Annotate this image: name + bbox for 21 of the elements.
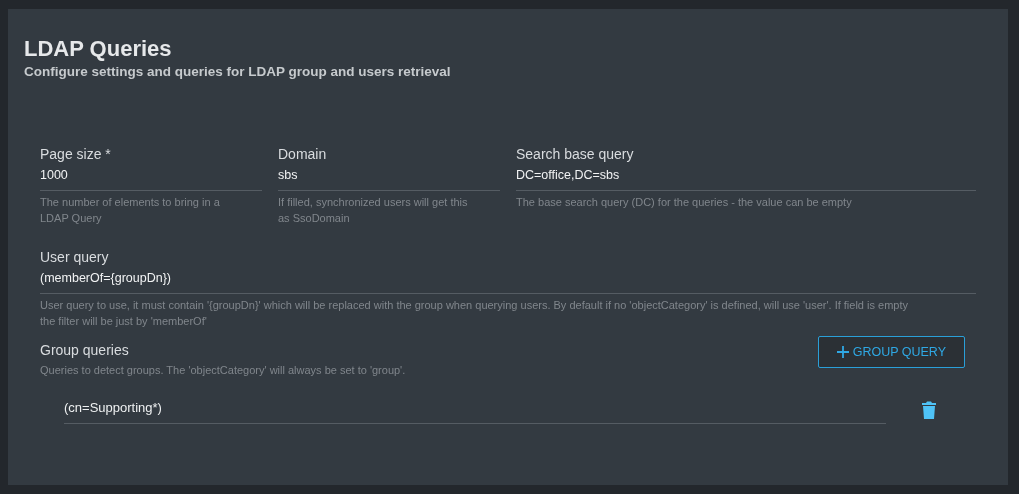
trash-icon [922, 401, 936, 419]
section-description: Queries to detect groups. The 'objectCategory' will always be set to 'group'. [40, 363, 406, 378]
text-field[interactable]: sbs [278, 163, 500, 191]
field-label: User query [40, 248, 110, 266]
page-title: LDAP Queries [24, 35, 173, 63]
text-field[interactable]: DC=office,DC=sbs [516, 163, 976, 191]
page-subtitle: Configure settings and queries for LDAP group and users retrieval [24, 64, 452, 79]
plus-icon [836, 346, 849, 358]
add-group-query-button[interactable]: GROUP QUERY [817, 336, 965, 368]
helper-text: If filled, synchronized users will get this as SsoDomain [278, 195, 469, 226]
helper-text: The base search query (DC) for the queries - the value can be empty [516, 195, 853, 210]
field-label: Page size * [40, 145, 112, 163]
section-title: Group queries [40, 341, 130, 359]
text-field[interactable]: (memberOf={groupDn}) [40, 266, 976, 294]
field-label: Search base query [516, 145, 635, 163]
delete-button[interactable] [922, 401, 936, 419]
query-field[interactable]: (cn=Supporting*) [64, 396, 886, 424]
field-label: Domain [278, 145, 328, 163]
helper-text: User query to use, it must contain '{groupDn}' which will be replaced with the group when querying users. By default if no 'objectCategory' is defined, will use 'user'. If field is empty the filter will be just by 'memberOf' [40, 298, 909, 329]
helper-text: The number of elements to bring in a LDAP Query [40, 195, 221, 226]
text-field[interactable]: 1000 [40, 163, 262, 191]
